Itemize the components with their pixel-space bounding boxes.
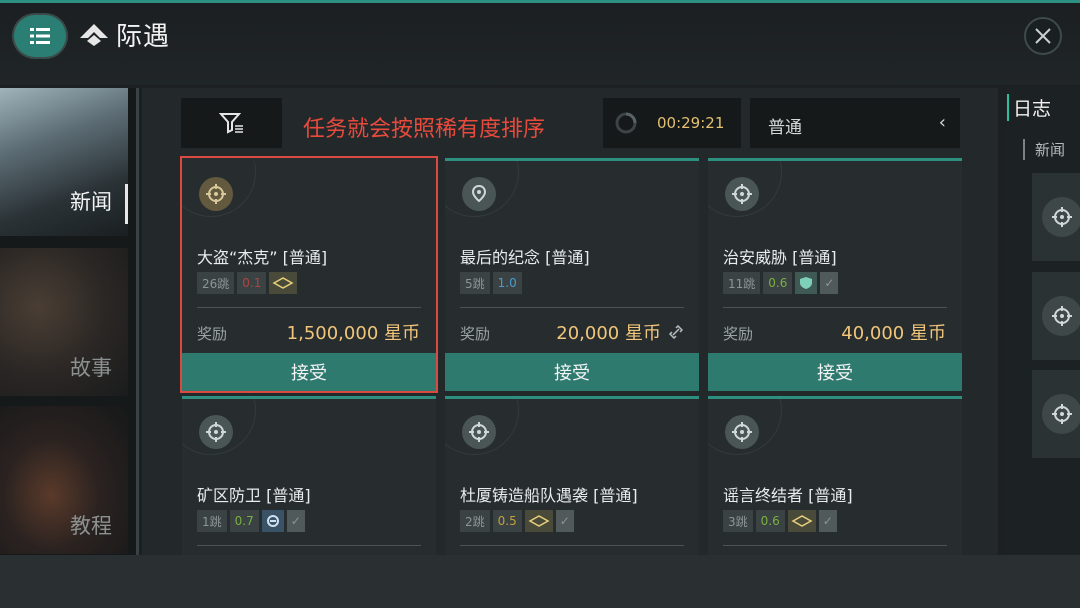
nav-label: 故事 [70, 356, 112, 380]
log-title: 日志 [1007, 94, 1051, 121]
mission-title: 治安威胁 [普通] [723, 248, 837, 267]
reward-label: 奖励 [460, 325, 491, 343]
mission-card[interactable]: 杜厦铸造船队遇袭 [普通] 2跳 0.5 ✓ [445, 396, 699, 556]
mission-tags: 2跳 0.5 ✓ [460, 510, 574, 532]
log-tab-news[interactable]: 新闻 [1023, 139, 1065, 160]
mission-tags: 11跳 0.6 ✓ [723, 272, 839, 294]
mission-title: 矿区防卫 [普通] [197, 486, 311, 505]
close-icon [1035, 28, 1051, 44]
check-icon: ✓ [818, 510, 837, 532]
page-title: 际遇 [78, 16, 170, 53]
rarity-value: 普通 [768, 118, 802, 138]
mission-card[interactable]: 最后的纪念 [普通] 5跳 1.0 奖励 20,000 星币 接受 [445, 158, 699, 391]
reward-value: 1,500,000 星币 [286, 323, 420, 344]
accept-button[interactable]: 接受 [708, 353, 962, 391]
jumps-tag: 2跳 [460, 510, 490, 532]
accept-button[interactable]: 接受 [445, 353, 699, 391]
mission-title: 大盗“杰克” [普通] [197, 248, 328, 267]
combat-mission-icon [725, 415, 759, 449]
jumps-tag: 1跳 [197, 510, 227, 532]
reward-value: 40,000 星币 [841, 323, 946, 344]
accept-button[interactable]: 接受 [182, 353, 436, 391]
mission-title: 最后的纪念 [普通] [460, 248, 590, 267]
reward-label: 奖励 [197, 325, 228, 343]
security-tag: 0.7 [229, 510, 259, 532]
mission-tags: 3跳 0.6 ✓ [723, 510, 837, 532]
jumps-tag: 26跳 [197, 272, 235, 294]
combat-mission-icon [1042, 296, 1080, 336]
security-tag: 0.6 [755, 510, 785, 532]
active-indicator [125, 184, 128, 224]
separator [197, 307, 421, 308]
combat-mission-icon [199, 177, 233, 211]
separator [723, 545, 947, 546]
mission-card[interactable]: 矿区防卫 [普通] 1跳 0.7 ✓ [182, 396, 436, 556]
chevron-left-icon: ‹ [938, 112, 946, 133]
filter-icon [218, 113, 243, 134]
timer-icon [615, 112, 637, 134]
title-text: 际遇 [116, 22, 171, 52]
check-icon: ✓ [820, 272, 839, 294]
reward-label: 奖励 [723, 325, 754, 343]
location-mission-icon [462, 177, 496, 211]
security-tag: 0.1 [237, 272, 267, 294]
combat-mission-icon [1042, 197, 1080, 237]
security-tag: 0.6 [763, 272, 793, 294]
separator [197, 545, 421, 546]
jumps-tag: 3跳 [723, 510, 753, 532]
mission-title: 杜厦铸造船队遇袭 [普通] [460, 486, 638, 505]
jumps-tag: 11跳 [723, 272, 761, 294]
separator [460, 545, 684, 546]
timer-text: 00:29:21 [657, 114, 725, 132]
shield-icon [795, 272, 818, 294]
combat-mission-icon [199, 415, 233, 449]
menu-button[interactable] [14, 15, 66, 57]
left-nav: 新闻 故事 教程 [0, 88, 136, 556]
mission-card[interactable]: 谣言终结者 [普通] 3跳 0.6 ✓ [708, 396, 962, 556]
ship-class-icon [269, 272, 298, 294]
nav-label: 教程 [70, 514, 112, 538]
log-entry[interactable] [1032, 272, 1080, 360]
link-icon [669, 325, 683, 339]
separator [723, 307, 947, 308]
mission-tags: 5跳 1.0 [460, 272, 522, 294]
combat-mission-icon [462, 415, 496, 449]
mission-card[interactable]: 大盗“杰克” [普通] 26跳 0.1 奖励 1,500,000 星币 接受 [180, 156, 438, 393]
reward-value: 20,000 星币 [556, 323, 661, 344]
mission-tags: 1跳 0.7 ✓ [197, 510, 305, 532]
security-tag: 1.0 [492, 272, 522, 294]
faction-icon [261, 510, 284, 532]
close-button[interactable] [1024, 17, 1062, 55]
jumps-tag: 5跳 [460, 272, 490, 294]
filter-button[interactable] [181, 98, 282, 148]
refresh-timer: 00:29:21 [603, 98, 741, 148]
header-bar: 际遇 [0, 3, 1080, 85]
divider [136, 88, 139, 556]
mission-tags: 26跳 0.1 [197, 272, 298, 294]
check-icon: ✓ [555, 510, 574, 532]
separator [460, 307, 684, 308]
sort-annotation: 任务就会按照稀有度排序 [303, 117, 546, 142]
nav-label: 新闻 [70, 190, 112, 214]
bottom-band [0, 555, 1080, 608]
log-entry[interactable] [1032, 173, 1080, 261]
mission-card[interactable]: 治安威胁 [普通] 11跳 0.6 ✓ 奖励 40,000 星币 接受 [708, 158, 962, 391]
ship-class-icon [787, 510, 816, 532]
combat-mission-icon [1042, 394, 1080, 434]
log-entry[interactable] [1032, 370, 1080, 458]
ship-class-icon [524, 510, 553, 532]
encounter-icon [80, 23, 108, 46]
security-tag: 0.5 [492, 510, 522, 532]
check-icon: ✓ [286, 510, 305, 532]
rarity-select[interactable]: 普通 ‹ [750, 98, 960, 148]
mission-title: 谣言终结者 [普通] [723, 486, 853, 505]
combat-mission-icon [725, 177, 759, 211]
hamburger-icon [30, 28, 50, 44]
nav-item-story[interactable]: 故事 [0, 248, 128, 396]
nav-item-tutorial[interactable]: 教程 [0, 406, 128, 554]
nav-item-news[interactable]: 新闻 [0, 88, 128, 236]
